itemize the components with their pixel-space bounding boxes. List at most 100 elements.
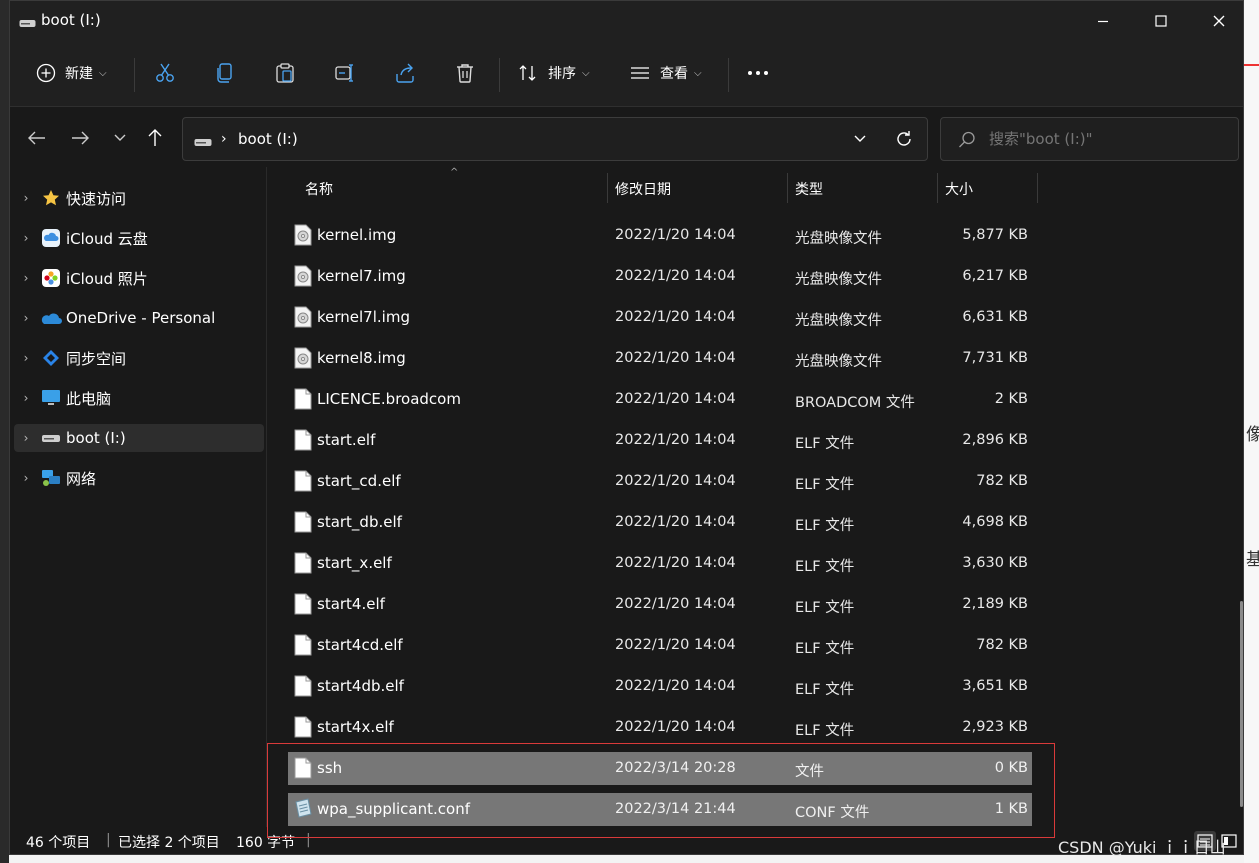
copy-button[interactable] [214, 55, 236, 91]
file-row[interactable]: start4cd.elf 2022/1/20 14:04 ELF 文件 782 KB [288, 629, 1032, 662]
sort-icon [519, 65, 536, 81]
address-bar[interactable]: › boot (I:) [182, 117, 928, 161]
new-button[interactable]: 新建 ⌵ [36, 55, 107, 91]
file-row[interactable]: kernel7.img 2022/1/20 14:04 光盘映像文件 6,217 KB [288, 260, 1032, 293]
share-button[interactable] [394, 55, 416, 91]
file-name: start4db.elf [317, 677, 404, 695]
file-size: 782 KB [976, 637, 1028, 653]
up-button[interactable] [141, 124, 169, 152]
scrollbar-thumb[interactable] [1240, 601, 1243, 807]
selection-size: 160 字节 [236, 835, 296, 851]
sidebar-item-label: 快速访问 [66, 189, 127, 208]
file-size: 3,651 KB [962, 678, 1028, 694]
address-dropdown-button[interactable] [853, 131, 867, 150]
expand-chevron-icon[interactable]: › [14, 271, 38, 285]
expand-chevron-icon[interactable]: › [14, 351, 38, 365]
column-divider[interactable] [787, 173, 788, 203]
column-divider[interactable] [937, 173, 938, 203]
column-header-label: 大小 [945, 182, 973, 198]
back-button[interactable] [23, 124, 51, 152]
file-row[interactable]: start4x.elf 2022/1/20 14:04 ELF 文件 2,923 KB [288, 711, 1032, 744]
expand-chevron-icon[interactable]: › [14, 231, 38, 245]
file-modified-date: 2022/1/20 14:04 [615, 678, 736, 694]
minimize-button[interactable] [1074, 1, 1132, 41]
file-size: 7,731 KB [962, 350, 1028, 366]
file-name: start_db.elf [317, 513, 402, 531]
file-size: 4,698 KB [962, 514, 1028, 530]
sort-button[interactable]: 排序 ⌵ [518, 55, 590, 91]
expand-chevron-icon[interactable]: › [14, 431, 38, 445]
column-header-size[interactable]: 大小 [945, 173, 973, 205]
rename-button[interactable] [334, 55, 356, 91]
sidebar-item-label: 网络 [66, 469, 97, 488]
column-divider[interactable] [1037, 173, 1038, 203]
vertical-scrollbar[interactable] [1237, 167, 1243, 827]
file-modified-date: 2022/1/20 14:04 [615, 719, 736, 735]
file-row[interactable]: kernel.img 2022/1/20 14:04 光盘映像文件 5,877 KB [288, 219, 1032, 252]
file-row[interactable]: start4db.elf 2022/1/20 14:04 ELF 文件 3,651 K… [288, 670, 1032, 703]
file-modified-date: 2022/1/20 14:04 [615, 268, 736, 284]
file-name: start_cd.elf [317, 472, 401, 490]
file-type: ELF 文件 [795, 477, 855, 493]
expand-chevron-icon[interactable]: › [14, 391, 38, 405]
sidebar-item-label: OneDrive - Personal [66, 309, 216, 327]
forward-button[interactable] [66, 124, 94, 152]
file-type: CONF 文件 [795, 805, 870, 821]
file-row[interactable]: ssh 2022/3/14 20:28 文件 0 KB [288, 752, 1032, 785]
delete-button[interactable] [454, 55, 476, 91]
status-separator: | [106, 832, 111, 848]
sidebar-item-boot-drive[interactable]: › boot (I:) [14, 424, 264, 452]
background-app-right-edge: 像 基 [1244, 0, 1259, 863]
file-row[interactable]: start_x.elf 2022/1/20 14:04 ELF 文件 3,630 KB [288, 547, 1032, 580]
file-row[interactable]: start_cd.elf 2022/1/20 14:04 ELF 文件 782 KB [288, 465, 1032, 498]
background-text: 像 [1246, 425, 1259, 445]
breadcrumb-item[interactable]: boot (I:) [238, 130, 298, 148]
file-size: 6,631 KB [962, 309, 1028, 325]
file-modified-date: 2022/1/20 14:04 [615, 391, 736, 407]
computer-icon [38, 388, 64, 408]
file-name: start4x.elf [317, 718, 394, 736]
disc-image-icon [294, 306, 312, 332]
search-input[interactable] [989, 128, 1229, 150]
maximize-button[interactable] [1132, 1, 1190, 41]
expand-chevron-icon[interactable]: › [14, 471, 38, 485]
sidebar-item-this-pc[interactable]: › 此电脑 [14, 384, 264, 412]
file-size: 5,877 KB [962, 227, 1028, 243]
file-name: kernel7.img [317, 267, 406, 285]
close-button[interactable] [1190, 1, 1243, 41]
file-modified-date: 2022/1/20 14:04 [615, 432, 736, 448]
expand-chevron-icon[interactable]: › [14, 191, 38, 205]
sidebar-item-icloud-drive[interactable]: › iCloud 云盘 [14, 224, 264, 252]
refresh-button[interactable] [894, 129, 914, 153]
column-header-name[interactable]: 名称 [305, 173, 333, 205]
minimize-icon [1098, 20, 1108, 23]
file-row[interactable]: kernel7l.img 2022/1/20 14:04 光盘映像文件 6,631 K… [288, 301, 1032, 334]
file-size: 2,923 KB [962, 719, 1028, 735]
column-header-type[interactable]: 类型 [795, 173, 823, 205]
more-options-button[interactable] [747, 55, 769, 91]
sidebar-item-onedrive[interactable]: › OneDrive - Personal [14, 304, 264, 332]
file-row[interactable]: LICENCE.broadcom 2022/1/20 14:04 BROADCOM … [288, 383, 1032, 416]
column-divider[interactable] [607, 173, 608, 203]
cut-button[interactable] [154, 55, 176, 91]
file-row[interactable]: start.elf 2022/1/20 14:04 ELF 文件 2,896 KB [288, 424, 1032, 457]
column-header-modified[interactable]: 修改日期 [615, 173, 671, 205]
file-icon [294, 511, 312, 537]
file-row[interactable]: kernel8.img 2022/1/20 14:04 光盘映像文件 7,731 KB [288, 342, 1032, 375]
view-button[interactable]: 查看 ⌵ [630, 55, 702, 91]
sidebar-item-quick-access[interactable]: › 快速访问 [14, 184, 264, 212]
sidebar-item-network[interactable]: › 网络 [14, 464, 264, 492]
file-explorer-window: boot (I:) 新建 ⌵ 排序 ⌵ 查看 ⌵ › boot (I:) 搜索"… [9, 0, 1244, 855]
file-type: ELF 文件 [795, 600, 855, 616]
sidebar-item-sync-space[interactable]: › 同步空间 [14, 344, 264, 372]
file-row[interactable]: start_db.elf 2022/1/20 14:04 ELF 文件 4,698 K… [288, 506, 1032, 539]
file-icon [294, 757, 312, 783]
recent-locations-button[interactable] [106, 124, 134, 152]
expand-chevron-icon[interactable]: › [14, 311, 38, 325]
file-name: kernel7l.img [317, 308, 410, 326]
search-box[interactable] [940, 117, 1239, 161]
sidebar-item-icloud-photos[interactable]: › iCloud 照片 [14, 264, 264, 292]
file-row[interactable]: start4.elf 2022/1/20 14:04 ELF 文件 2,189 KB [288, 588, 1032, 621]
file-row[interactable]: wpa_supplicant.conf 2022/3/14 21:44 CONF 文… [288, 793, 1032, 826]
paste-button[interactable] [274, 55, 296, 91]
